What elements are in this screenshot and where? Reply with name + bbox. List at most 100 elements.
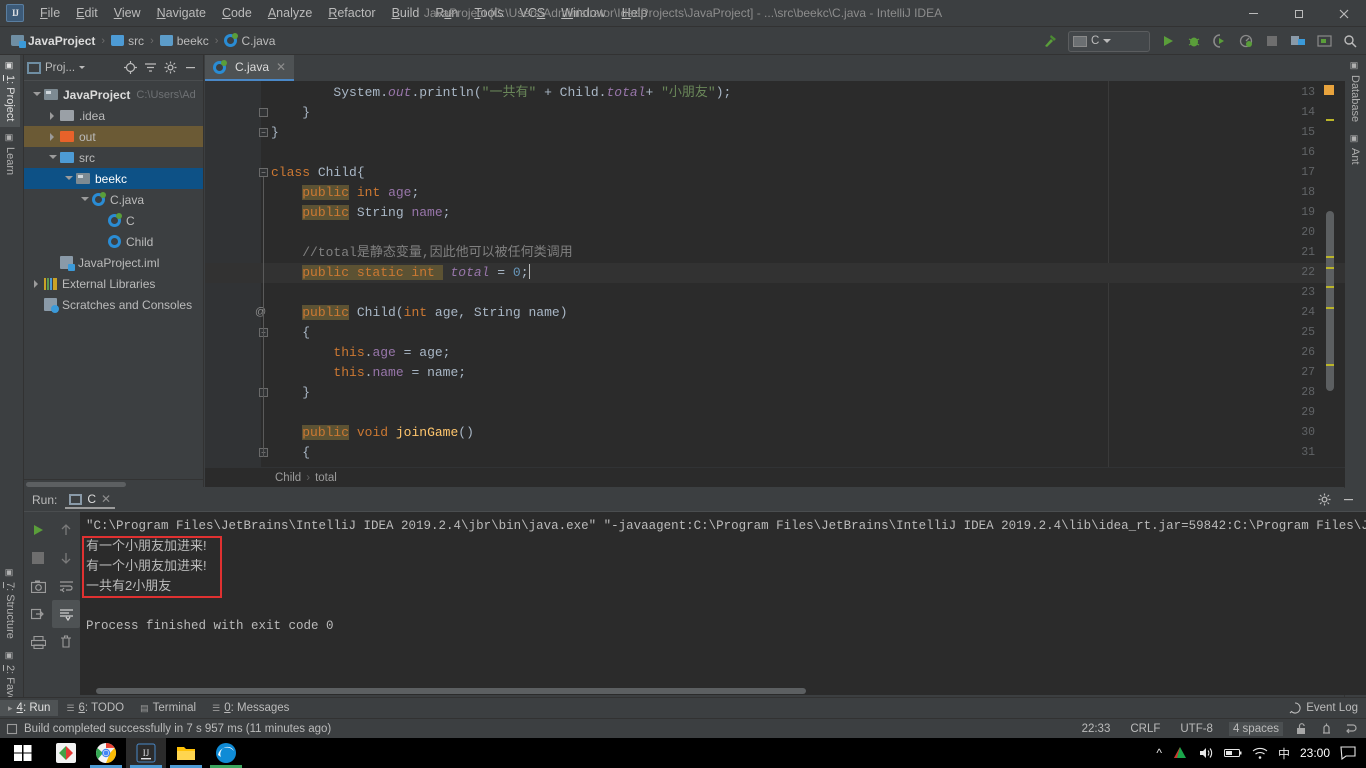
locate-icon[interactable] (120, 58, 140, 78)
project-panel-title[interactable]: Proj... (27, 61, 86, 74)
tree-node-external-libraries[interactable]: External Libraries (24, 273, 203, 294)
breadcrumb-item-beekc[interactable]: beekc (157, 32, 212, 50)
chevron-down-icon[interactable] (49, 155, 57, 163)
menu-item-analyze[interactable]: Analyze (260, 2, 320, 24)
bottom-tab-terminal[interactable]: ▤ Terminal (132, 700, 204, 716)
menu-item-edit[interactable]: Edit (68, 2, 106, 24)
down-icon[interactable] (52, 544, 80, 572)
breadcrumb-item-src[interactable]: src (108, 32, 147, 50)
chevron-down-icon[interactable] (33, 92, 41, 100)
tree-node-child[interactable]: Child (24, 231, 203, 252)
tool-window-tab-learn[interactable]: ▣ Learn (0, 127, 20, 181)
editor-breadcrumbs[interactable]: Child › total (205, 467, 1345, 487)
search-everywhere-icon[interactable] (1338, 30, 1362, 52)
taskbar-office-app-icon[interactable] (46, 738, 86, 768)
menu-item-build[interactable]: Build (384, 2, 428, 24)
code-line[interactable]: { (271, 323, 310, 343)
code-line[interactable]: public void joinGame() (271, 423, 474, 443)
override-marker-icon[interactable]: @ (255, 306, 266, 318)
project-structure-icon[interactable] (1286, 30, 1310, 52)
expand-collapse-icon[interactable] (140, 58, 160, 78)
print-icon[interactable] (24, 628, 52, 656)
hammer-icon[interactable] (1038, 30, 1062, 52)
close-button[interactable] (1321, 0, 1366, 27)
event-log-label[interactable]: Event Log (1306, 702, 1358, 714)
clear-all-icon[interactable] (52, 628, 80, 656)
taskbar-file-explorer-icon[interactable] (166, 738, 206, 768)
minimize-button[interactable] (1231, 0, 1276, 27)
console-output[interactable]: "C:\Program Files\JetBrains\IntelliJ IDE… (80, 512, 1366, 695)
run-with-coverage-icon[interactable] (1208, 30, 1232, 52)
tree-node-beekc[interactable]: beekc (24, 168, 203, 189)
tree-node-out[interactable]: out (24, 126, 203, 147)
bottom-tab-4-run[interactable]: ▸ 4: Run (0, 700, 59, 716)
code-fold-toggle[interactable] (259, 108, 268, 117)
bottom-tab-6-todo[interactable]: ☰ 6: TODO (58, 700, 132, 716)
run-tab-c[interactable]: C ✕ (65, 490, 116, 509)
file-encoding[interactable]: UTF-8 (1176, 722, 1217, 736)
code-text[interactable]: System.out.println("一共有" + Child.total+ … (271, 81, 1345, 487)
menu-item-file[interactable]: File (32, 2, 68, 24)
editor-tab-cjava[interactable]: C.java ✕ (205, 55, 295, 81)
vcs-branch-icon[interactable] (1345, 722, 1358, 735)
code-line[interactable]: } (271, 123, 279, 143)
warning-stripe[interactable] (1326, 364, 1334, 366)
up-icon[interactable] (52, 516, 80, 544)
hide-icon[interactable] (1338, 490, 1358, 510)
gear-icon[interactable] (1314, 490, 1334, 510)
code-fold-toggle[interactable]: − (259, 168, 268, 177)
battery-icon[interactable] (1223, 747, 1242, 759)
chevron-right-icon[interactable] (50, 111, 58, 120)
debug-icon[interactable] (1182, 30, 1206, 52)
bottom-tab-0-messages[interactable]: ☰ 0: Messages (204, 700, 297, 716)
soft-wrap-icon[interactable] (52, 572, 80, 600)
tree-node-javaproject[interactable]: JavaProject C:\Users\Ad (24, 84, 203, 105)
taskbar-edge-icon[interactable] (206, 738, 246, 768)
close-icon[interactable]: ✕ (101, 492, 111, 506)
code-line[interactable]: //total是静态变量,因此他可以被任何类调用 (271, 243, 572, 263)
menu-item-view[interactable]: View (106, 2, 149, 24)
menu-item-refactor[interactable]: Refactor (320, 2, 383, 24)
taskbar-clock[interactable]: 23:00 (1300, 746, 1330, 760)
warning-stripe[interactable] (1326, 119, 1334, 121)
notification-icon[interactable] (1340, 746, 1356, 760)
tree-node-javaproject-iml[interactable]: JavaProject.iml (24, 252, 203, 273)
code-line[interactable]: public static int total = 0; (271, 263, 530, 283)
warning-stripe[interactable] (1326, 286, 1334, 288)
menu-item-run[interactable]: Run (427, 2, 466, 24)
tree-node-c-java[interactable]: C.java (24, 189, 203, 210)
warning-stripe[interactable] (1326, 307, 1334, 309)
tree-node-scratches-and-consoles[interactable]: Scratches and Consoles (24, 294, 203, 315)
close-icon[interactable]: ✕ (276, 60, 286, 74)
menu-item-navigate[interactable]: Navigate (149, 2, 214, 24)
tree-node--idea[interactable]: .idea (24, 105, 203, 126)
scroll-to-end-icon[interactable] (52, 600, 80, 628)
graphics-driver-icon[interactable] (1172, 746, 1188, 760)
menu-item-code[interactable]: Code (214, 2, 260, 24)
wifi-icon[interactable] (1252, 747, 1268, 760)
run-icon[interactable] (1156, 30, 1180, 52)
unlocked-icon[interactable] (1295, 722, 1308, 735)
tool-window-tab-database[interactable]: ▣ Database (1345, 55, 1365, 128)
code-line[interactable]: } (271, 383, 310, 403)
chevron-down-icon[interactable] (81, 197, 89, 205)
editor-breadcrumb-total[interactable]: total (315, 472, 337, 484)
chevron-down-icon[interactable] (65, 176, 73, 184)
code-canvas[interactable]: 13 14 15 16 17 18 19 20 21 22 23 24 25 26 27 28 29 30 31 @… (205, 81, 1345, 487)
warning-stripe[interactable] (1326, 267, 1334, 269)
code-line[interactable]: } (271, 103, 310, 123)
indent-setting[interactable]: 4 spaces (1228, 721, 1283, 736)
taskbar-chrome-icon[interactable] (86, 738, 126, 768)
maximize-restore-button[interactable] (1276, 0, 1321, 27)
warning-stripe[interactable] (1326, 256, 1334, 258)
code-line[interactable]: public Child(int age, String name) (271, 303, 568, 323)
menu-item-help[interactable]: Help (614, 2, 656, 24)
windows-start-icon[interactable] (0, 738, 46, 768)
code-line[interactable]: this.age = age; (271, 343, 450, 363)
editor-breadcrumb-child[interactable]: Child (275, 472, 301, 484)
code-fold-toggle[interactable]: − (259, 128, 268, 137)
inspection-status-box[interactable] (1324, 85, 1334, 95)
tree-node-c[interactable]: C (24, 210, 203, 231)
editor-gutter[interactable] (205, 81, 261, 487)
ime-indicator[interactable]: 中 (1278, 745, 1290, 762)
